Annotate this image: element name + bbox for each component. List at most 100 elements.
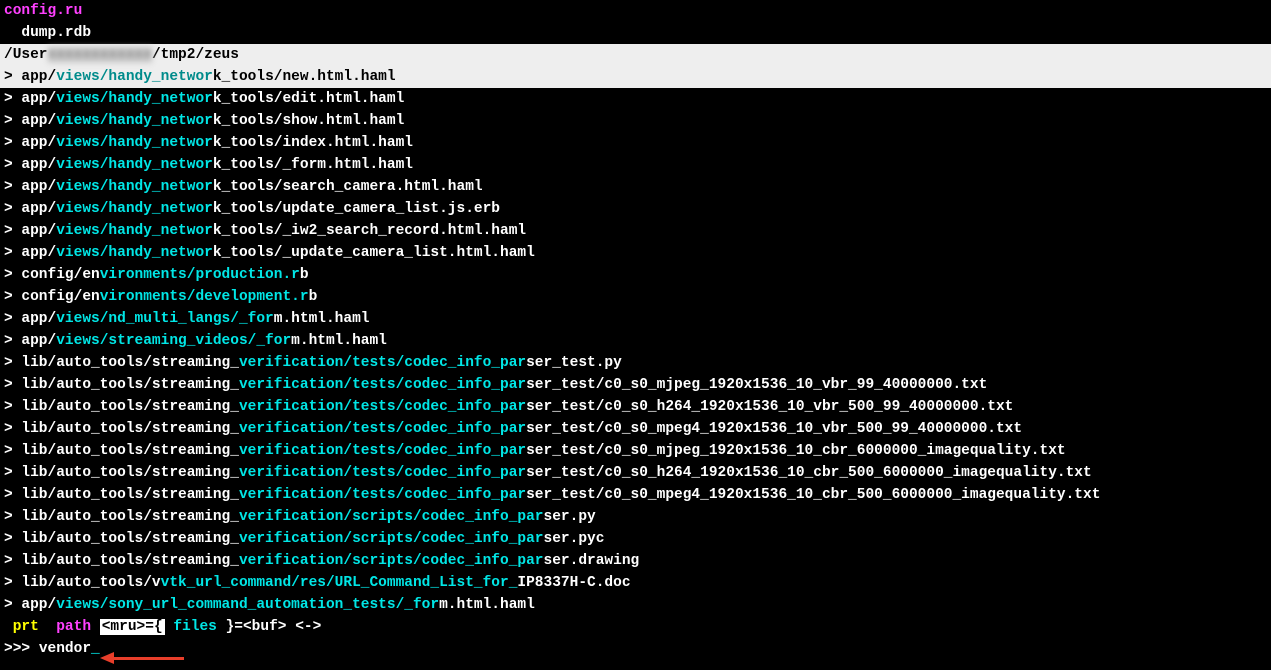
path-segment: lib/auto_tools/streaming_ [21, 355, 239, 371]
path-segment: verification/tests/codec_info_par [239, 377, 526, 393]
path-segment: app/ [21, 157, 56, 173]
path-segment: views/handy_networ [56, 157, 213, 173]
path-segment: config/en [21, 267, 99, 283]
path-segment: views/handy_networ [56, 113, 213, 129]
path-segment: m.html.haml [291, 333, 387, 349]
chevron-right-icon: > [4, 311, 21, 327]
fuzzy-result-row[interactable]: > app/views/handy_network_tools/_update_… [0, 242, 1271, 264]
fuzzy-result-row[interactable]: > lib/auto_tools/streaming_verification/… [0, 550, 1271, 572]
path-segment: verification/tests/codec_info_par [239, 399, 526, 415]
path-segment: k_tools/new.html.haml [213, 69, 396, 85]
path-segment: verification/scripts/codec_info_par [239, 553, 544, 569]
fuzzy-result-row[interactable]: > app/views/sony_url_command_automation_… [0, 594, 1271, 616]
path-segment: ser_test/c0_s0_mpeg4_1920x1536_10_vbr_50… [526, 421, 1022, 437]
path-segment: k_tools/_form.html.haml [213, 157, 413, 173]
path-segment: lib/auto_tools/streaming_ [21, 443, 239, 459]
path-segment: views/streaming_videos/_for [56, 333, 291, 349]
path-segment: ser.pyc [544, 531, 605, 547]
chevron-right-icon: > [4, 289, 21, 305]
search-input[interactable]: vendor [39, 641, 91, 657]
fuzzy-result-row[interactable]: > lib/auto_tools/streaming_verification/… [0, 418, 1271, 440]
path-segment: k_tools/index.html.haml [213, 135, 413, 151]
chevron-right-icon: > [4, 575, 21, 591]
path-segment: app/ [21, 113, 56, 129]
status-buf: }=<buf> [226, 619, 287, 635]
chevron-right-icon: > [4, 553, 21, 569]
chevron-right-icon: > [4, 399, 21, 415]
cursor-icon: _ [91, 641, 100, 657]
path-segment: ser.drawing [544, 553, 640, 569]
chevron-right-icon: > [4, 91, 21, 107]
path-segment: ser.py [544, 509, 596, 525]
chevron-right-icon: > [4, 69, 21, 85]
path-segment: lib/auto_tools/streaming_ [21, 553, 239, 569]
path-segment: views/handy_networ [56, 245, 213, 261]
path-segment: ser_test/c0_s0_h264_1920x1536_10_vbr_500… [526, 399, 1013, 415]
path-segment: app/ [21, 311, 56, 327]
chevron-right-icon: > [4, 421, 21, 437]
path-segment: vtk_url_command/res/URL_Command_List_for… [161, 575, 518, 591]
path-segment: views/handy_networ [56, 135, 213, 151]
fuzzy-result-row[interactable]: > app/views/handy_network_tools/search_c… [0, 176, 1271, 198]
path-segment: k_tools/_iw2_search_record.html.haml [213, 223, 526, 239]
fuzzy-result-row[interactable]: > app/views/handy_network_tools/index.ht… [0, 132, 1271, 154]
fuzzy-result-row[interactable]: > app/views/handy_network_tools/_form.ht… [0, 154, 1271, 176]
fuzzy-result-row[interactable]: > app/views/handy_network_tools/new.html… [0, 66, 1271, 88]
chevron-right-icon: > [4, 355, 21, 371]
path-segment: vironments/production.r [100, 267, 300, 283]
path-segment: k_tools/search_camera.html.haml [213, 179, 483, 195]
path-segment: views/handy_networ [56, 91, 213, 107]
fuzzy-result-row[interactable]: > lib/auto_tools/streaming_verification/… [0, 352, 1271, 374]
fuzzy-result-row[interactable]: > lib/auto_tools/streaming_verification/… [0, 396, 1271, 418]
fuzzy-result-row[interactable]: > lib/auto_tools/streaming_verification/… [0, 484, 1271, 506]
chevron-right-icon: > [4, 245, 21, 261]
fuzzy-result-row[interactable]: > app/views/handy_network_tools/edit.htm… [0, 88, 1271, 110]
path-segment: verification/tests/codec_info_par [239, 465, 526, 481]
path-segment: app/ [21, 333, 56, 349]
fuzzy-result-row[interactable]: > app/views/streaming_videos/_form.html.… [0, 330, 1271, 352]
status-prt: prt [13, 619, 39, 635]
chevron-right-icon: > [4, 333, 21, 349]
chevron-right-icon: > [4, 377, 21, 393]
fuzzy-result-row[interactable]: > lib/auto_tools/vvtk_url_command/res/UR… [0, 572, 1271, 594]
path-segment: views/handy_networ [56, 201, 213, 217]
path-segment: IP8337H-C.doc [517, 575, 630, 591]
path-segment: ser_test.py [526, 355, 622, 371]
ctrlp-status-bar: prt path <mru>={ files }=<buf> <-> [0, 616, 1271, 638]
fuzzy-result-row[interactable]: > app/views/handy_network_tools/update_c… [0, 198, 1271, 220]
path-segment: views/handy_networ [56, 179, 213, 195]
path-segment: lib/auto_tools/streaming_ [21, 377, 239, 393]
path-segment: lib/auto_tools/streaming_ [21, 421, 239, 437]
chevron-right-icon: > [4, 487, 21, 503]
fuzzy-result-row[interactable]: > lib/auto_tools/streaming_verification/… [0, 506, 1271, 528]
path-segment: config/en [21, 289, 99, 305]
path-segment: ser_test/c0_s0_mjpeg_1920x1536_10_vbr_99… [526, 377, 987, 393]
path-segment: verification/tests/codec_info_par [239, 487, 526, 503]
path-segment: lib/auto_tools/streaming_ [21, 399, 239, 415]
fuzzy-result-row[interactable]: > lib/auto_tools/streaming_verification/… [0, 440, 1271, 462]
fuzzy-result-row[interactable]: > app/views/nd_multi_langs/_form.html.ha… [0, 308, 1271, 330]
fuzzy-result-row[interactable]: > lib/auto_tools/streaming_verification/… [0, 374, 1271, 396]
path-segment: m.html.haml [274, 311, 370, 327]
status-path: path [56, 619, 91, 635]
terminal-output-line: dump.rdb [0, 22, 1271, 44]
fuzzy-result-row[interactable]: > config/environments/production.rb [0, 264, 1271, 286]
fuzzy-result-row[interactable]: > lib/auto_tools/streaming_verification/… [0, 528, 1271, 550]
path-segment: app/ [21, 179, 56, 195]
chevron-right-icon: > [4, 597, 21, 613]
fuzzy-results-list[interactable]: > app/views/handy_network_tools/new.html… [0, 66, 1271, 616]
search-prompt[interactable]: >>> vendor_ [0, 638, 1271, 660]
path-segment: views/sony_url_command_automation_tests/… [56, 597, 439, 613]
path-segment: lib/auto_tools/streaming_ [21, 509, 239, 525]
path-segment: app/ [21, 223, 56, 239]
path-segment: k_tools/show.html.haml [213, 113, 404, 129]
fuzzy-result-row[interactable]: > lib/auto_tools/streaming_verification/… [0, 462, 1271, 484]
chevron-right-icon: > [4, 267, 21, 283]
chevron-right-icon: > [4, 223, 21, 239]
path-segment: verification/scripts/codec_info_par [239, 531, 544, 547]
fuzzy-result-row[interactable]: > config/environments/development.rb [0, 286, 1271, 308]
fuzzy-result-row[interactable]: > app/views/handy_network_tools/_iw2_sea… [0, 220, 1271, 242]
fuzzy-result-row[interactable]: > app/views/handy_network_tools/show.htm… [0, 110, 1271, 132]
path-segment: ser_test/c0_s0_mpeg4_1920x1536_10_cbr_50… [526, 487, 1100, 503]
path-segment: b [309, 289, 318, 305]
